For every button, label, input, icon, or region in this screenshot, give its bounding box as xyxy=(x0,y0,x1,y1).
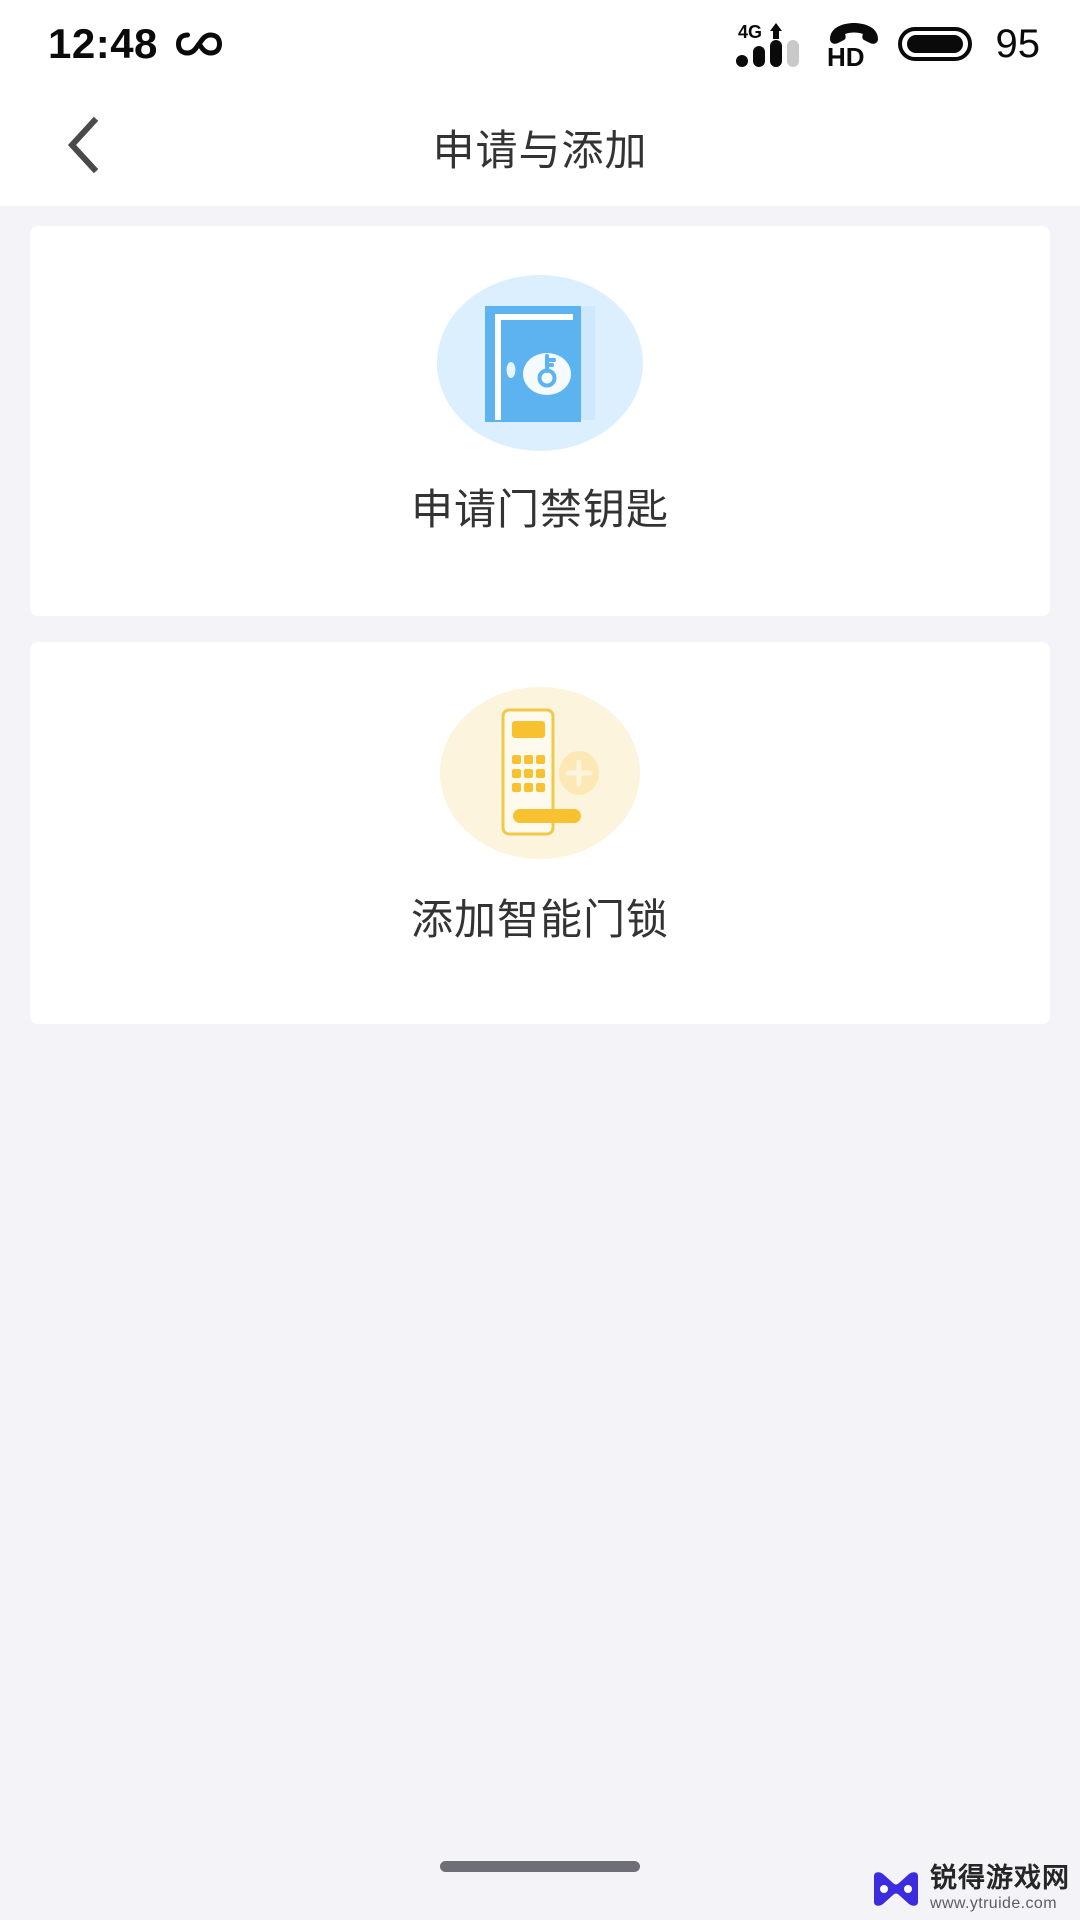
card-add-smart-lock[interactable]: 添加智能门锁 xyxy=(30,642,1050,1024)
back-button[interactable] xyxy=(36,99,132,195)
infinity-icon xyxy=(175,29,222,59)
signal-4g-icon: 4G xyxy=(735,19,810,69)
chevron-left-icon xyxy=(62,115,106,180)
watermark-text: 锐得游戏网 www.ytruide.com xyxy=(930,1865,1070,1912)
content-area: 申请门禁钥匙 添加智能门锁 xyxy=(0,206,1080,1920)
smart-lock-icon xyxy=(435,684,645,862)
watermark-logo-icon xyxy=(870,1870,922,1908)
card-label-add: 添加智能门锁 xyxy=(410,896,669,943)
hd-call-icon: HD xyxy=(824,19,884,69)
status-bar-right: 4G HD 95 xyxy=(735,19,1041,69)
status-time: 12:48 xyxy=(48,20,158,67)
phone-screen: 12:48 4G HD 95 申请与添加 申请门禁钥匙 添加智能门锁 锐得游戏网… xyxy=(0,0,1080,1920)
page-title: 申请与添加 xyxy=(432,126,648,174)
door-key-icon xyxy=(435,274,645,452)
svg-text:HD: HD xyxy=(827,42,865,69)
status-bar: 12:48 4G HD 95 xyxy=(0,0,1080,88)
status-bar-left: 12:48 xyxy=(48,23,222,65)
nav-bar: 申请与添加 xyxy=(0,88,1080,206)
card-apply-access-key[interactable]: 申请门禁钥匙 xyxy=(30,226,1050,616)
watermark: 锐得游戏网 www.ytruide.com xyxy=(870,1865,1070,1912)
card-label-apply: 申请门禁钥匙 xyxy=(410,486,669,533)
battery-percent-label: 95 xyxy=(995,22,1041,66)
watermark-site-name: 锐得游戏网 xyxy=(930,1863,1070,1893)
battery-icon xyxy=(897,23,976,65)
watermark-site-url: www.ytruide.com xyxy=(930,1895,1057,1912)
home-indicator[interactable] xyxy=(440,1861,640,1872)
svg-text:4G: 4G xyxy=(738,22,762,42)
